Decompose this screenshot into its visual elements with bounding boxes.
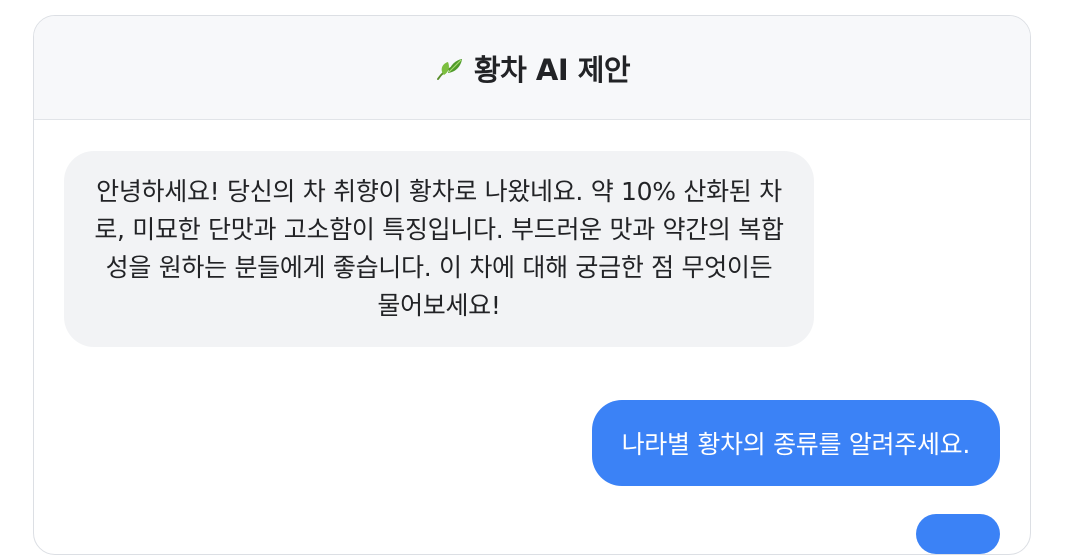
header-title-group: 황차 AI 제안 xyxy=(434,47,631,89)
user-message: 나라별 황차의 종류를 알려주세요. xyxy=(591,400,1000,486)
chat-header: 황차 AI 제안 xyxy=(34,16,1030,120)
message-list: 안녕하세요! 당신의 차 취향이 황차로 나왔네요. 약 10% 산화된 차로,… xyxy=(34,120,1030,554)
chat-window: 황차 AI 제안 안녕하세요! 당신의 차 취향이 황차로 나왔네요. 약 10… xyxy=(33,15,1031,555)
leaf-icon xyxy=(434,53,464,83)
assistant-message: 안녕하세요! 당신의 차 취향이 황차로 나왔네요. 약 10% 산화된 차로,… xyxy=(64,151,814,347)
user-message-partial xyxy=(916,514,1000,554)
page-title: 황차 AI 제안 xyxy=(473,52,631,87)
